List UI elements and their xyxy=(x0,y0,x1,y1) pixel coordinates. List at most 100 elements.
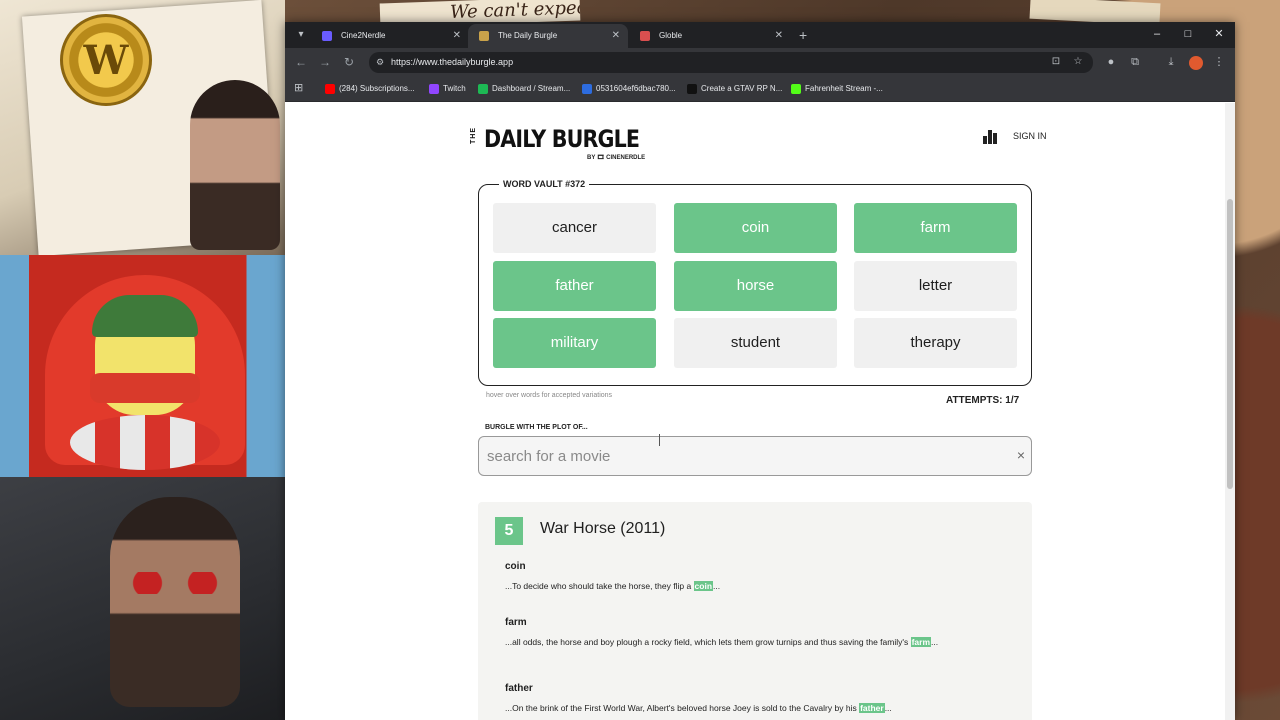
download-icon[interactable]: ⤓ xyxy=(1163,54,1179,70)
install-app-icon[interactable]: ⊡ xyxy=(1049,55,1063,69)
bookmark-item[interactable]: Fahrenheit Stream -... xyxy=(791,76,883,102)
snippet-highlight: farm xyxy=(910,637,932,647)
snippet-after: ... xyxy=(713,581,721,591)
tab-title: Cine2Nerdle xyxy=(341,31,386,40)
match-item: father ...On the brink of the First Worl… xyxy=(505,683,985,714)
site-logo[interactable]: THE DAILY BURGLE BY 🎞 CINENERDLE xyxy=(470,125,650,165)
scarf-shape xyxy=(90,373,200,403)
vault-word[interactable]: farm xyxy=(854,203,1017,253)
tab-cine2nerdle[interactable]: Cine2Nerdle ✕ xyxy=(311,24,469,48)
site-info-icon[interactable]: ⚙ xyxy=(373,55,387,69)
close-icon[interactable]: ✕ xyxy=(775,24,783,48)
vault-word[interactable]: father xyxy=(493,261,656,311)
bookmark-label: Dashboard / Stream... xyxy=(492,84,571,93)
match-snippet: ...On the brink of the First World War, … xyxy=(505,703,985,714)
menu-kebab-icon[interactable]: ⋮ xyxy=(1211,54,1227,70)
vault-word[interactable]: cancer xyxy=(493,203,656,253)
logo-the: THE xyxy=(470,127,477,144)
bookmark-item[interactable]: 0531604ef6dbac780... xyxy=(582,76,676,102)
snippet-before: ...On the brink of the First World War, … xyxy=(505,703,860,713)
search-label: BURGLE WITH THE PLOT OF... xyxy=(485,424,588,431)
close-icon[interactable]: ✕ xyxy=(612,24,620,48)
bookmark-item[interactable]: Twitch xyxy=(429,76,466,102)
webcam-panel-middle xyxy=(0,255,290,477)
vault-word[interactable]: letter xyxy=(854,261,1017,311)
webcam-panel-top: W xyxy=(0,0,285,255)
vault-word[interactable]: therapy xyxy=(854,318,1017,368)
bookmarks-bar: ⊞ (284) Subscriptions... Twitch Dashboar… xyxy=(285,76,1235,102)
match-word: father xyxy=(505,683,533,694)
tab-search-icon[interactable]: ▾ xyxy=(293,27,309,43)
tab-daily-burgle[interactable]: The Daily Burgle ✕ xyxy=(468,24,628,48)
logo-name: DAILY BURGLE xyxy=(484,125,640,153)
bookmark-label: 0531604ef6dbac780... xyxy=(596,84,676,93)
maximize-icon[interactable]: □ xyxy=(1178,26,1198,42)
match-word: coin xyxy=(505,561,526,572)
match-word: farm xyxy=(505,617,527,628)
page-scrollbar[interactable] xyxy=(1225,103,1235,720)
tab-favicon-icon xyxy=(640,31,650,41)
url-text[interactable]: https://www.thedailyburgle.app xyxy=(391,52,513,73)
vault-word[interactable]: coin xyxy=(674,203,837,253)
bookmark-favicon-icon xyxy=(478,84,488,94)
snippet-after: ... xyxy=(931,637,939,647)
bookmark-favicon-icon xyxy=(325,84,335,94)
bookmark-label: (284) Subscriptions... xyxy=(339,84,415,93)
extension-badge-icon[interactable]: ● xyxy=(1103,54,1119,70)
match-item: farm ...all odds, the horse and boy plou… xyxy=(505,617,985,648)
clear-icon[interactable]: × xyxy=(1017,447,1025,463)
match-item: coin ...To decide who should take the ho… xyxy=(505,561,985,592)
bookmark-item[interactable]: Create a GTAV RP N... xyxy=(687,76,782,102)
forward-icon[interactable]: → xyxy=(317,54,333,70)
address-bar[interactable]: ⚙ https://www.thedailyburgle.app ⊡ ☆ xyxy=(369,52,1093,73)
word-vault-label: WORD VAULT #372 xyxy=(499,179,590,189)
stats-bar-chart-icon[interactable] xyxy=(983,130,999,144)
tab-title: Globle xyxy=(659,31,683,40)
bookmark-item[interactable]: (284) Subscriptions... xyxy=(325,76,415,102)
bookmark-favicon-icon xyxy=(791,84,801,94)
apps-grid-icon[interactable]: ⊞ xyxy=(294,81,308,95)
bookmark-label: Create a GTAV RP N... xyxy=(701,84,783,93)
vault-word[interactable]: horse xyxy=(674,261,837,311)
logo-byline: BY 🎞 CINENERDLE xyxy=(587,155,646,161)
tab-favicon-icon xyxy=(322,31,332,41)
sign-in-link[interactable]: SIGN IN xyxy=(1013,131,1047,141)
tab-strip: ▾ Cine2Nerdle ✕ The Daily Burgle ✕ Globl… xyxy=(285,22,1235,48)
vault-word[interactable]: student xyxy=(674,318,837,368)
tab-title: The Daily Burgle xyxy=(498,31,558,40)
movie-title: War Horse (2011) xyxy=(540,520,666,537)
tab-globle[interactable]: Globle ✕ xyxy=(629,24,791,48)
scrollbar-thumb[interactable] xyxy=(1227,199,1233,489)
hover-hint: hover over words for accepted variations xyxy=(486,392,613,399)
movie-search-input[interactable] xyxy=(487,437,1007,475)
bookmark-label: Fahrenheit Stream -... xyxy=(805,84,883,93)
browser-toolbar: ← → ↻ ⚙ https://www.thedailyburgle.app ⊡… xyxy=(285,48,1235,76)
coin-badge-icon: W xyxy=(60,14,152,106)
movie-search[interactable]: × xyxy=(478,436,1032,476)
hat-shape xyxy=(92,295,198,337)
avatar-character xyxy=(110,497,240,707)
result-card: 5 War Horse (2011) coin ...To decide who… xyxy=(478,502,1032,720)
life-ring-shape xyxy=(70,415,220,470)
close-icon[interactable]: ✕ xyxy=(453,24,461,48)
page-content: THE DAILY BURGLE BY 🎞 CINENERDLE SIGN IN… xyxy=(285,103,1225,720)
match-snippet: ...To decide who should take the horse, … xyxy=(505,581,985,592)
word-vault: WORD VAULT #372 cancer coin farm father … xyxy=(478,179,1032,386)
reload-icon[interactable]: ↻ xyxy=(341,54,357,70)
back-icon[interactable]: ← xyxy=(293,54,309,70)
tab-favicon-icon xyxy=(479,31,489,41)
bookmark-favicon-icon xyxy=(582,84,592,94)
snippet-highlight: father xyxy=(859,703,885,713)
bookmark-star-icon[interactable]: ☆ xyxy=(1071,55,1085,69)
minimize-icon[interactable]: – xyxy=(1147,26,1167,42)
coin-letter: W xyxy=(83,36,129,84)
text-cursor-icon xyxy=(659,434,661,446)
plus-icon[interactable]: + xyxy=(799,26,807,44)
extensions-puzzle-icon[interactable]: ⧉ xyxy=(1127,54,1143,70)
avatar-character xyxy=(190,80,280,250)
bookmark-item[interactable]: Dashboard / Stream... xyxy=(478,76,570,102)
vault-word[interactable]: military xyxy=(493,318,656,368)
window-close-icon[interactable]: ✕ xyxy=(1209,26,1229,42)
profile-avatar[interactable] xyxy=(1189,56,1203,70)
snippet-before: ...To decide who should take the horse, … xyxy=(505,581,694,591)
